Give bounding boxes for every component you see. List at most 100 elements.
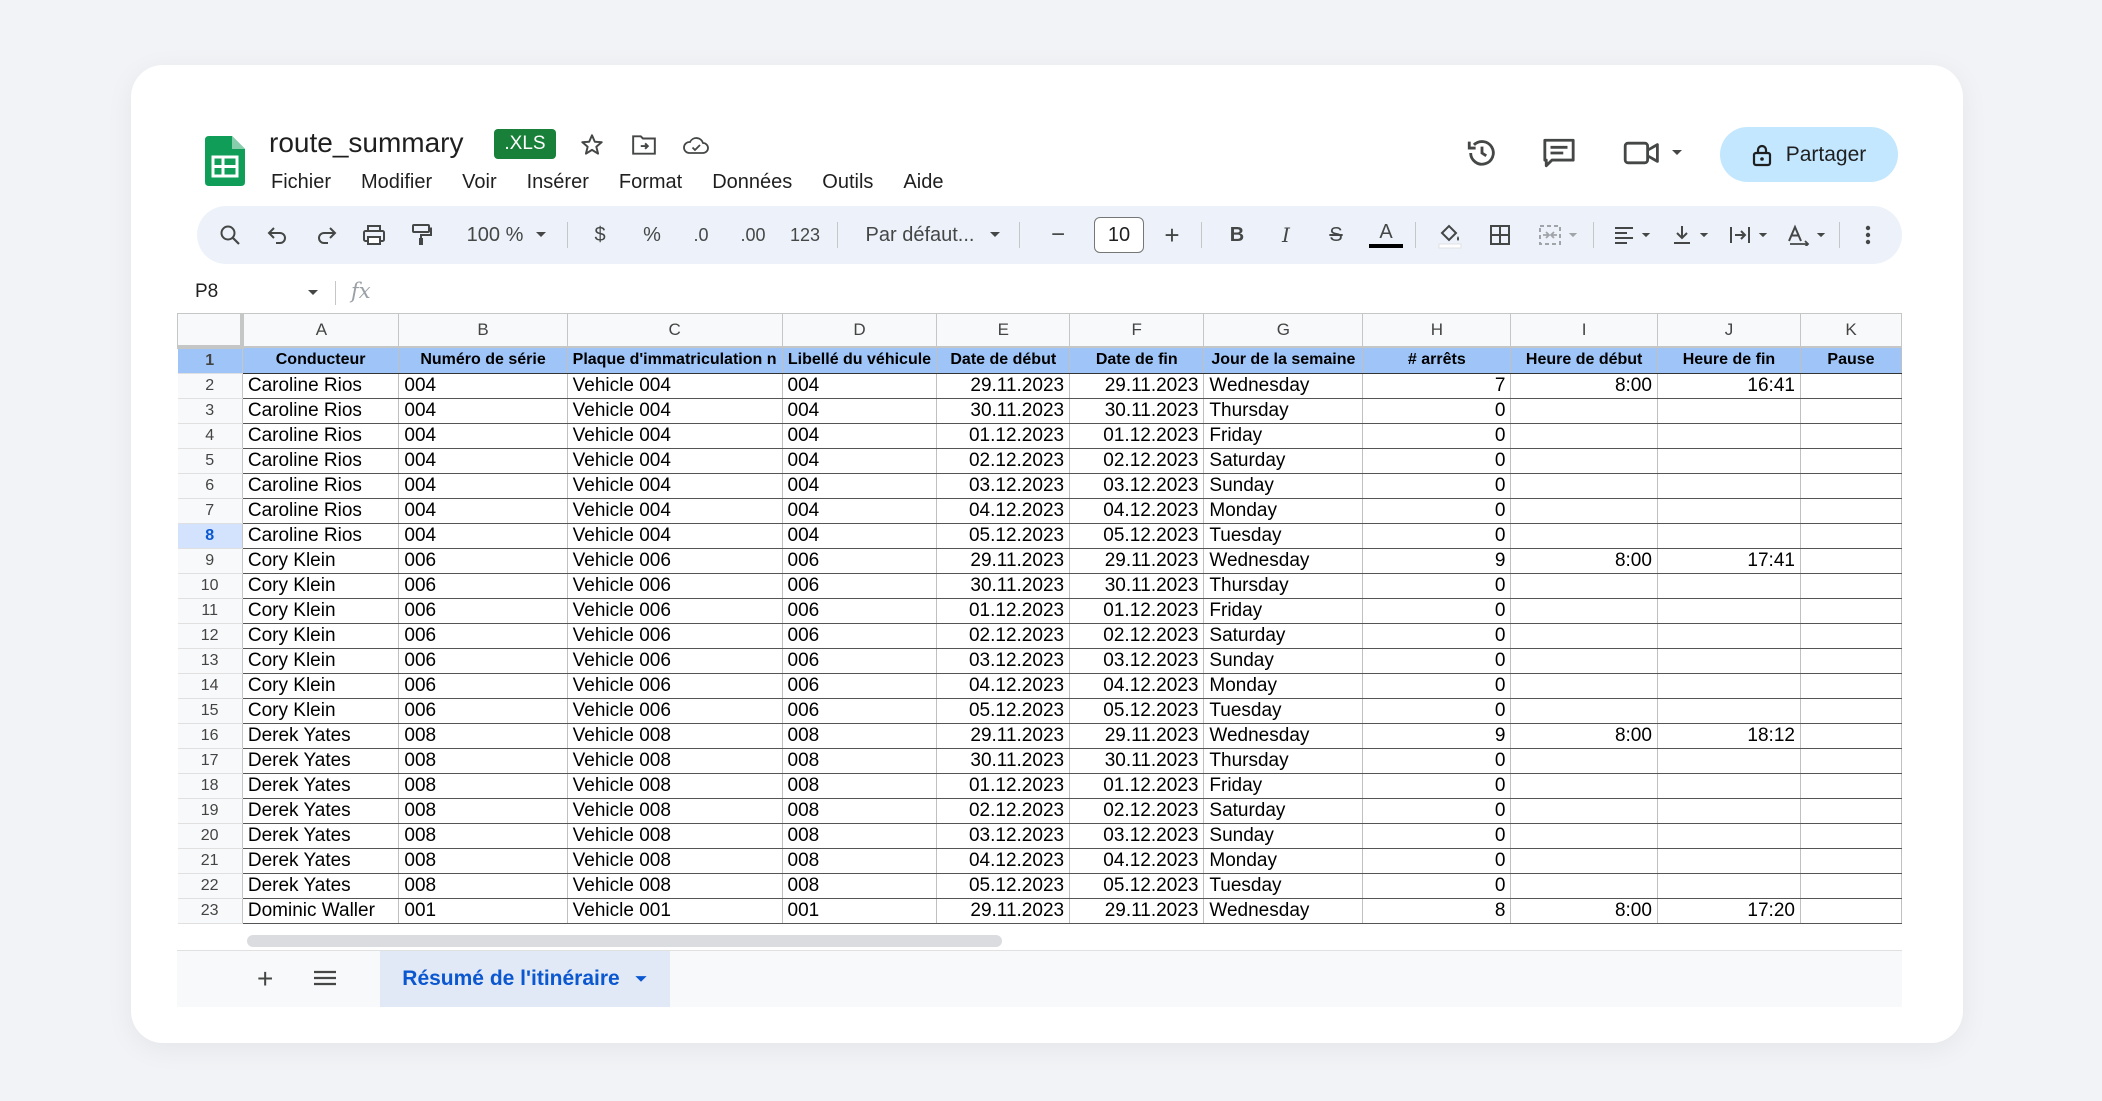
cell[interactable] <box>1657 598 1801 624</box>
print-icon[interactable] <box>359 206 389 264</box>
header-cell[interactable]: # arrêts <box>1362 346 1512 374</box>
cell[interactable] <box>1800 798 1902 824</box>
cell[interactable]: 01.12.2023 <box>1069 773 1205 799</box>
cell[interactable]: Vehicle 006 <box>567 573 783 599</box>
cell[interactable]: 30.11.2023 <box>1069 573 1205 599</box>
cell[interactable]: 008 <box>398 773 568 799</box>
cell[interactable] <box>1510 573 1658 599</box>
row-number[interactable]: 23 <box>177 898 243 924</box>
cell[interactable]: 006 <box>782 673 938 699</box>
cell[interactable] <box>1657 773 1801 799</box>
cell[interactable]: 006 <box>782 648 938 674</box>
cell[interactable]: Cory Klein <box>242 673 400 699</box>
cell[interactable]: Friday <box>1203 423 1364 449</box>
cell[interactable] <box>1800 523 1902 549</box>
cell[interactable]: Friday <box>1203 598 1364 624</box>
menu-format[interactable]: Format <box>619 167 682 197</box>
cell[interactable] <box>1510 798 1658 824</box>
cell[interactable] <box>1800 673 1902 699</box>
cell[interactable] <box>1657 523 1801 549</box>
row-number[interactable]: 8 <box>177 523 243 549</box>
cell[interactable]: 008 <box>782 773 938 799</box>
cell[interactable] <box>1800 698 1902 724</box>
cell[interactable]: Monday <box>1203 848 1364 874</box>
borders-icon[interactable] <box>1485 206 1515 264</box>
cell[interactable]: Saturday <box>1203 448 1364 474</box>
cell[interactable]: 0 <box>1362 748 1512 774</box>
column-header-e[interactable]: E <box>936 313 1071 348</box>
row-number[interactable]: 18 <box>177 773 243 799</box>
cell[interactable]: 008 <box>782 873 938 899</box>
cell[interactable]: 008 <box>398 873 568 899</box>
cell[interactable]: Tuesday <box>1203 873 1364 899</box>
cell[interactable] <box>1510 673 1658 699</box>
number-format-button[interactable]: 123 <box>785 206 825 264</box>
cell[interactable]: Derek Yates <box>242 723 400 749</box>
zoom-select[interactable]: 100 % <box>463 206 527 264</box>
row-number[interactable]: 14 <box>177 673 243 699</box>
cell[interactable]: Wednesday <box>1203 373 1364 399</box>
cell[interactable]: 004 <box>782 448 938 474</box>
row-number[interactable]: 13 <box>177 648 243 674</box>
cell[interactable]: Cory Klein <box>242 623 400 649</box>
cell[interactable]: 05.12.2023 <box>936 698 1071 724</box>
column-header-a[interactable]: A <box>241 313 400 348</box>
more-options-icon[interactable] <box>1855 206 1881 264</box>
cell[interactable]: Tuesday <box>1203 523 1364 549</box>
cell[interactable]: Wednesday <box>1203 898 1364 924</box>
cell[interactable]: 0 <box>1362 598 1512 624</box>
cloud-status-icon[interactable] <box>680 129 712 161</box>
cell[interactable]: 008 <box>782 748 938 774</box>
cell[interactable]: 0 <box>1362 398 1512 424</box>
cell[interactable]: 008 <box>782 823 938 849</box>
row-number[interactable]: 4 <box>177 423 243 449</box>
cell[interactable]: Cory Klein <box>242 648 400 674</box>
row-number[interactable]: 12 <box>177 623 243 649</box>
cell[interactable] <box>1800 748 1902 774</box>
cell[interactable]: 001 <box>782 898 938 924</box>
menu-tools[interactable]: Outils <box>822 167 873 197</box>
cell[interactable]: Cory Klein <box>242 698 400 724</box>
cell[interactable]: Cory Klein <box>242 573 400 599</box>
cell[interactable]: 01.12.2023 <box>936 423 1071 449</box>
cell[interactable]: 006 <box>782 698 938 724</box>
cell[interactable]: 004 <box>782 523 938 549</box>
cell[interactable]: 006 <box>398 573 568 599</box>
menu-view[interactable]: Voir <box>462 167 496 197</box>
cell[interactable] <box>1657 448 1801 474</box>
sheet-tab-active[interactable]: Résumé de l'itinéraire <box>380 951 670 1007</box>
header-cell[interactable]: Libellé du véhicule <box>782 346 938 374</box>
decrease-font-size-button[interactable]: − <box>1043 206 1073 264</box>
sheet-tab-dropdown-icon[interactable] <box>634 975 648 984</box>
cell[interactable]: 006 <box>398 598 568 624</box>
cell[interactable] <box>1510 823 1658 849</box>
cell[interactable] <box>1800 573 1902 599</box>
merge-cells-icon[interactable] <box>1533 206 1583 264</box>
row-number[interactable]: 16 <box>177 723 243 749</box>
cell[interactable] <box>1800 898 1902 924</box>
cell[interactable]: 04.12.2023 <box>1069 848 1205 874</box>
cell[interactable] <box>1800 723 1902 749</box>
cell[interactable] <box>1800 373 1902 399</box>
cell[interactable]: Wednesday <box>1203 723 1364 749</box>
column-header-g[interactable]: G <box>1203 313 1364 348</box>
cell[interactable]: Thursday <box>1203 748 1364 774</box>
cell[interactable]: Caroline Rios <box>242 523 400 549</box>
cell[interactable]: 004 <box>782 373 938 399</box>
cell[interactable] <box>1800 623 1902 649</box>
cell[interactable]: Caroline Rios <box>242 473 400 499</box>
cell[interactable]: Derek Yates <box>242 748 400 774</box>
cell[interactable]: 0 <box>1362 773 1512 799</box>
row-number[interactable]: 2 <box>177 373 243 399</box>
row-number[interactable]: 10 <box>177 573 243 599</box>
cell[interactable]: 008 <box>398 798 568 824</box>
cell[interactable]: 004 <box>782 473 938 499</box>
cell[interactable]: 04.12.2023 <box>1069 498 1205 524</box>
cell[interactable]: 29.11.2023 <box>1069 548 1205 574</box>
cell[interactable]: 03.12.2023 <box>936 473 1071 499</box>
search-icon[interactable] <box>215 206 245 264</box>
cell[interactable]: 004 <box>398 398 568 424</box>
cell[interactable]: 8:00 <box>1510 723 1658 749</box>
text-wrapping-icon[interactable] <box>1723 206 1773 264</box>
header-cell[interactable]: Pause <box>1800 346 1902 374</box>
